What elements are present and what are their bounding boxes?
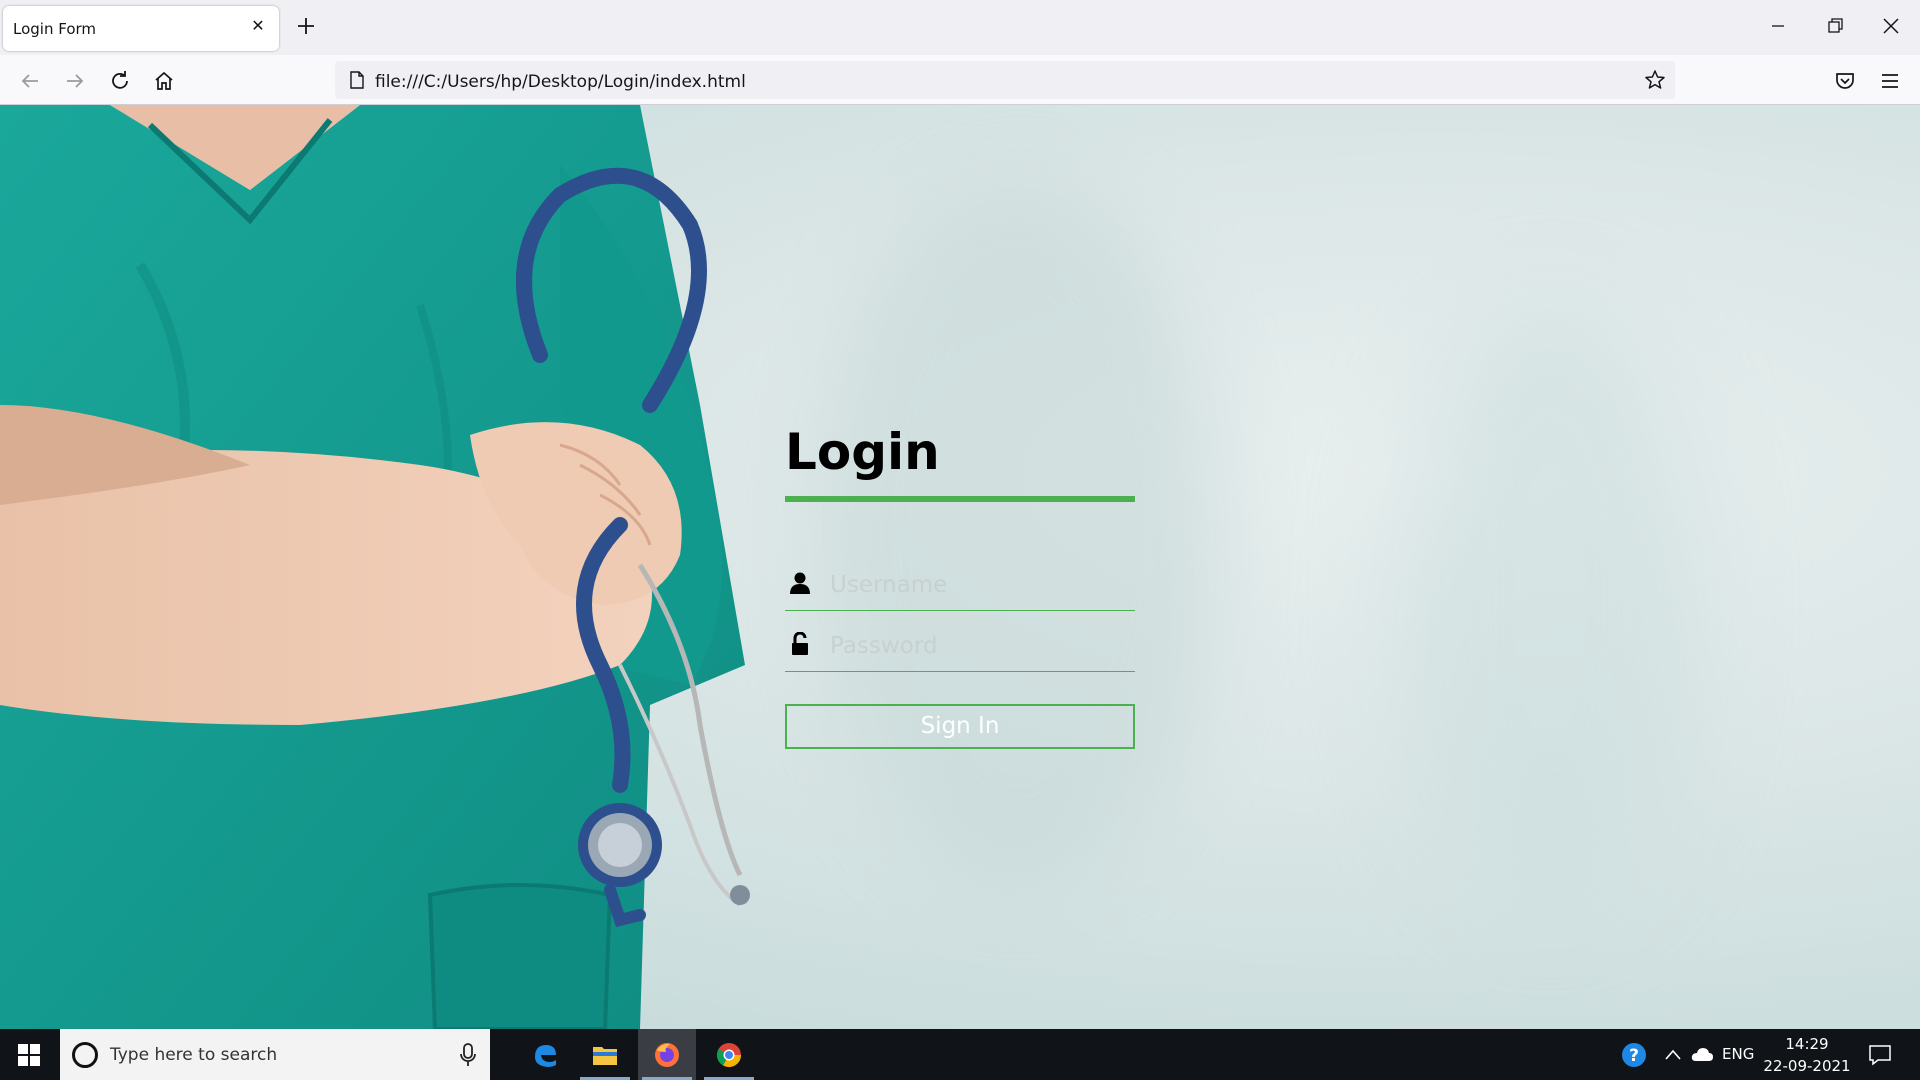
username-input[interactable] — [830, 567, 1130, 603]
username-field — [785, 563, 1135, 611]
password-field — [785, 624, 1135, 672]
clock-date: 22-09-2021 — [1763, 1057, 1851, 1075]
taskbar-search[interactable]: Type here to search — [60, 1029, 490, 1080]
password-input[interactable] — [830, 628, 1130, 664]
file-explorer-app[interactable] — [576, 1029, 634, 1080]
reload-icon[interactable] — [108, 69, 132, 93]
firefox-icon — [655, 1043, 679, 1067]
tab-close-icon[interactable]: ✕ — [249, 18, 267, 36]
clock[interactable]: 14:29 22-09-2021 — [1762, 1033, 1852, 1077]
chrome-icon — [716, 1043, 741, 1068]
search-placeholder: Type here to search — [110, 1045, 278, 1065]
minimize-icon[interactable] — [1767, 15, 1789, 37]
pocket-icon[interactable] — [1833, 69, 1857, 93]
background-blur — [1400, 305, 1700, 905]
user-icon — [790, 572, 810, 594]
onedrive-cloud-icon[interactable] — [1690, 1045, 1714, 1065]
cortana-icon — [72, 1042, 98, 1068]
page-icon — [350, 71, 364, 89]
url-text[interactable]: file:///C:/Users/hp/Desktop/Login/index.… — [375, 72, 746, 92]
menu-icon[interactable] — [1878, 69, 1902, 93]
folder-icon — [593, 1047, 617, 1065]
back-icon[interactable] — [18, 69, 42, 93]
bookmark-star-icon[interactable] — [1643, 68, 1667, 92]
chevron-up-icon[interactable] — [1663, 1045, 1683, 1065]
forward-icon[interactable] — [63, 69, 87, 93]
sign-in-button[interactable]: Sign In — [785, 704, 1135, 749]
navigation-bar: file:///C:/Users/hp/Desktop/Login/index.… — [0, 55, 1920, 105]
title-underline — [785, 496, 1135, 502]
edge-icon — [535, 1045, 556, 1067]
tab-title: Login Form — [13, 20, 97, 38]
help-icon[interactable]: ? — [1620, 1041, 1648, 1069]
edge-app[interactable] — [516, 1029, 574, 1080]
restore-icon[interactable] — [1824, 15, 1846, 37]
page-viewport: Login Sign In — [0, 105, 1920, 1029]
home-icon[interactable] — [152, 69, 176, 93]
close-window-icon[interactable] — [1880, 15, 1902, 37]
unlock-icon — [792, 632, 808, 655]
microphone-icon[interactable] — [460, 1043, 476, 1067]
chrome-app[interactable] — [700, 1029, 758, 1080]
windows-taskbar: Type here to search ? ENG 14:29 22-09-20… — [0, 1029, 1920, 1080]
doctor-background-image — [0, 105, 750, 1029]
clock-time: 14:29 — [1785, 1035, 1829, 1053]
new-tab-icon[interactable] — [295, 15, 317, 37]
tab-strip: Login Form ✕ — [0, 0, 1920, 55]
browser-tab[interactable]: Login Form ✕ — [3, 6, 279, 51]
login-title: Login — [785, 423, 940, 481]
svg-text:?: ? — [1629, 1046, 1639, 1066]
firefox-app[interactable] — [638, 1029, 696, 1080]
notification-icon[interactable] — [1868, 1044, 1892, 1066]
url-bar[interactable]: file:///C:/Users/hp/Desktop/Login/index.… — [335, 61, 1675, 99]
background-blur — [820, 185, 1220, 885]
language-indicator[interactable]: ENG — [1722, 1045, 1754, 1063]
windows-start-icon[interactable] — [18, 1044, 40, 1066]
